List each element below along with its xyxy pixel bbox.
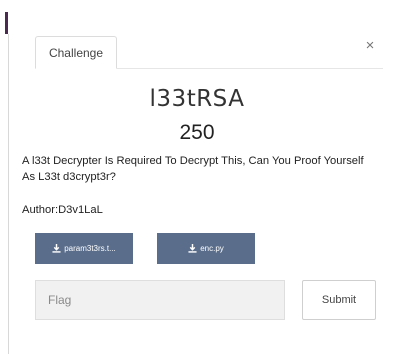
close-icon[interactable]: ×	[362, 38, 378, 54]
tab-challenge[interactable]: Challenge	[35, 36, 117, 69]
tab-bar: Challenge	[23, 36, 383, 69]
file-download-label: enc.py	[200, 244, 224, 253]
challenge-description: A l33t Decrypter Is Required To Decrypt …	[22, 155, 364, 183]
window-left-border	[8, 34, 9, 354]
file-download-button[interactable]: enc.py	[157, 233, 255, 264]
file-download-button[interactable]: param3t3rs.t...	[35, 233, 133, 264]
submit-button[interactable]: Submit	[302, 280, 376, 320]
download-icon	[52, 244, 61, 253]
window-accent-bar	[5, 12, 8, 34]
challenge-title: l33tRSA	[149, 86, 245, 112]
download-icon	[188, 244, 197, 253]
flag-input[interactable]	[35, 280, 285, 320]
tab-divider	[117, 68, 383, 69]
file-download-label: param3t3rs.t...	[64, 244, 116, 253]
challenge-author: Author:D3v1LaL	[22, 204, 103, 216]
challenge-modal: Challenge × l33tRSA 250 A l33t Decrypter…	[0, 0, 394, 354]
challenge-points: 250	[179, 121, 215, 144]
